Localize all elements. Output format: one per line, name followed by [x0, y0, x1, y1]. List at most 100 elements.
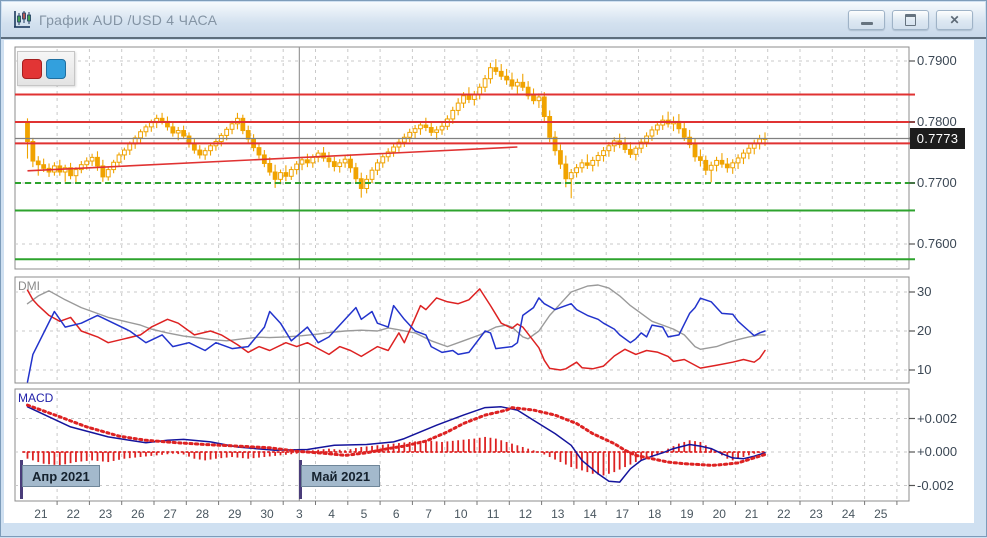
candle-body — [537, 97, 541, 101]
date-axis-label: 24 — [842, 507, 855, 521]
date-axis-label: 17 — [616, 507, 629, 521]
candle-body — [327, 158, 331, 162]
macd-label: MACD — [18, 391, 53, 405]
price-axis-label: 0.7600 — [917, 236, 957, 251]
candle-body — [456, 103, 460, 110]
candle-body — [273, 172, 277, 179]
candle-body — [435, 130, 439, 132]
candle-body — [176, 131, 180, 133]
dmi-axis-label: 20 — [917, 323, 931, 338]
sell-marker-button[interactable] — [22, 59, 42, 79]
candle-body — [720, 160, 724, 164]
candle-body — [268, 163, 272, 172]
candle-body — [36, 161, 40, 165]
candle-body — [682, 129, 686, 138]
candle-body — [300, 160, 304, 164]
candle-body — [580, 163, 584, 168]
chart-toolbar — [17, 51, 75, 86]
candle-body — [736, 158, 740, 163]
candle-body — [521, 82, 525, 87]
candle-body — [408, 132, 412, 137]
candle-body — [467, 96, 471, 100]
candle-body — [117, 155, 121, 162]
candle-body — [149, 123, 153, 127]
dmi-label: DMI — [18, 279, 40, 293]
candle-body — [279, 173, 283, 180]
candle-body — [257, 148, 261, 155]
candle-body — [311, 157, 315, 162]
macd-axis-label: +0.000 — [917, 444, 957, 459]
candle-body — [230, 124, 234, 129]
date-axis-label: 25 — [874, 507, 887, 521]
candle-body — [376, 163, 380, 170]
candle-body — [354, 168, 358, 179]
candle-body — [198, 150, 202, 155]
candle-body — [483, 79, 487, 88]
candle-body — [284, 173, 288, 177]
date-axis-label: 5 — [361, 507, 368, 521]
date-axis-label: 27 — [163, 507, 176, 521]
date-axis-label: 6 — [393, 507, 400, 521]
candle-body — [564, 164, 568, 179]
candle-body — [343, 159, 347, 163]
candle-body — [699, 157, 703, 161]
candle-body — [575, 168, 579, 173]
price-axis-label: 0.7900 — [917, 53, 957, 68]
price-axis-label: 0.7700 — [917, 175, 957, 190]
date-axis-label: 12 — [519, 507, 532, 521]
date-axis-label: 4 — [328, 507, 335, 521]
candle-body — [289, 170, 293, 177]
candle-body — [747, 148, 751, 153]
date-axis-label: 21 — [745, 507, 758, 521]
date-axis-label: 7 — [425, 507, 432, 521]
candle-body — [451, 110, 455, 119]
date-axis-label: 10 — [454, 507, 467, 521]
date-axis-label: 23 — [99, 507, 112, 521]
candle-body — [182, 131, 186, 136]
candle-body — [742, 153, 746, 158]
candle-body — [106, 170, 110, 177]
candle-body — [332, 162, 336, 167]
candle-body — [478, 87, 482, 94]
date-axis-label: 23 — [809, 507, 822, 521]
date-axis-label: 13 — [551, 507, 564, 521]
candle-body — [591, 160, 595, 165]
candle-body — [392, 147, 396, 152]
date-axis-label: 26 — [131, 507, 144, 521]
date-axis-label: 21 — [34, 507, 47, 521]
candle-body — [209, 146, 213, 151]
candle-body — [462, 96, 466, 103]
buy-marker-button[interactable] — [46, 59, 66, 79]
candle-body — [160, 118, 164, 121]
candle-body — [623, 145, 627, 150]
month-label-may: Май 2021 — [301, 465, 380, 487]
candle-body — [704, 160, 708, 170]
macd-axis-label: -0.002 — [917, 478, 954, 493]
candle-body — [203, 151, 207, 155]
candle-body — [306, 160, 310, 163]
chart-window: График AUD /USD 4 ЧАСА ✕ DMI MACD 0.7900… — [0, 0, 987, 537]
candle-body — [413, 129, 417, 133]
candle-body — [548, 117, 552, 138]
chart-canvas[interactable] — [1, 1, 987, 538]
month-label-april: Апр 2021 — [22, 465, 100, 487]
candle-body — [725, 164, 729, 168]
current-price-tag: 0.7773 — [910, 128, 965, 149]
candle-body — [424, 125, 428, 127]
candle-body — [139, 132, 143, 138]
candle-body — [440, 126, 444, 130]
candle-body — [74, 170, 78, 176]
candle-body — [225, 129, 229, 135]
candle-body — [532, 96, 536, 101]
dmi-axis-label: 30 — [917, 284, 931, 299]
candle-body — [607, 146, 611, 151]
candle-body — [295, 164, 299, 169]
candle-body — [122, 150, 126, 155]
candle-body — [192, 144, 196, 150]
candle-body — [31, 142, 35, 162]
candle-body — [429, 127, 433, 132]
candle-body — [85, 161, 89, 165]
candle-body — [90, 157, 94, 161]
candle-body — [381, 157, 385, 163]
dmi-axis-label: 10 — [917, 362, 931, 377]
